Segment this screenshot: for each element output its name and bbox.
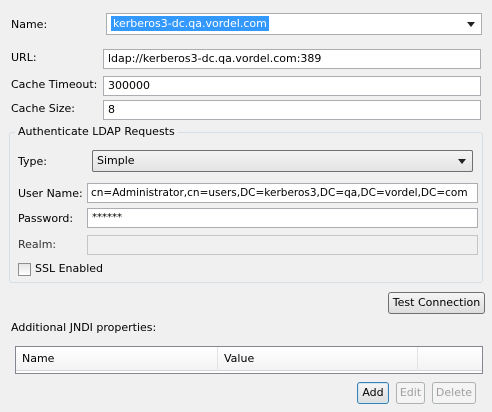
type-value: Simple: [97, 154, 135, 167]
delete-button[interactable]: Delete: [432, 382, 476, 404]
edit-button[interactable]: Edit: [396, 382, 425, 404]
username-label: User Name:: [18, 187, 83, 200]
type-label: Type:: [18, 155, 47, 168]
cache-timeout-input[interactable]: 300000: [103, 76, 481, 96]
ssl-enabled-label: SSL Enabled: [35, 262, 104, 275]
name-label: Name:: [11, 18, 48, 31]
url-label: URL:: [11, 51, 37, 64]
authenticate-group-title: Authenticate LDAP Requests: [15, 125, 178, 139]
password-input[interactable]: ******: [87, 208, 478, 228]
chevron-down-icon[interactable]: [458, 159, 466, 164]
name-value: kerberos3-dc.qa.vordel.com: [111, 16, 269, 31]
password-label: Password:: [18, 212, 74, 225]
cache-size-label: Cache Size:: [11, 102, 75, 115]
url-input[interactable]: ldap://kerberos3-dc.qa.vordel.com:389: [103, 49, 481, 69]
ssl-enabled-checkbox[interactable]: [18, 263, 31, 276]
test-connection-button[interactable]: Test Connection: [388, 292, 485, 314]
username-input[interactable]: cn=Administrator,cn=users,DC=kerberos3,D…: [87, 183, 478, 203]
cache-size-input[interactable]: 8: [103, 100, 481, 120]
realm-label: Realm:: [18, 238, 57, 251]
jndi-table[interactable]: Name Value: [15, 346, 483, 374]
jndi-title: Additional JNDI properties:: [11, 321, 157, 334]
realm-input[interactable]: [87, 235, 478, 255]
column-header-name[interactable]: Name: [16, 347, 218, 371]
column-header-value[interactable]: Value: [218, 347, 418, 371]
column-header-filler: [418, 347, 482, 371]
add-button[interactable]: Add: [357, 382, 389, 404]
chevron-down-icon[interactable]: [467, 22, 475, 27]
cache-timeout-label: Cache Timeout:: [11, 78, 98, 91]
name-combo[interactable]: kerberos3-dc.qa.vordel.com: [106, 13, 482, 35]
type-select[interactable]: Simple: [92, 150, 473, 172]
